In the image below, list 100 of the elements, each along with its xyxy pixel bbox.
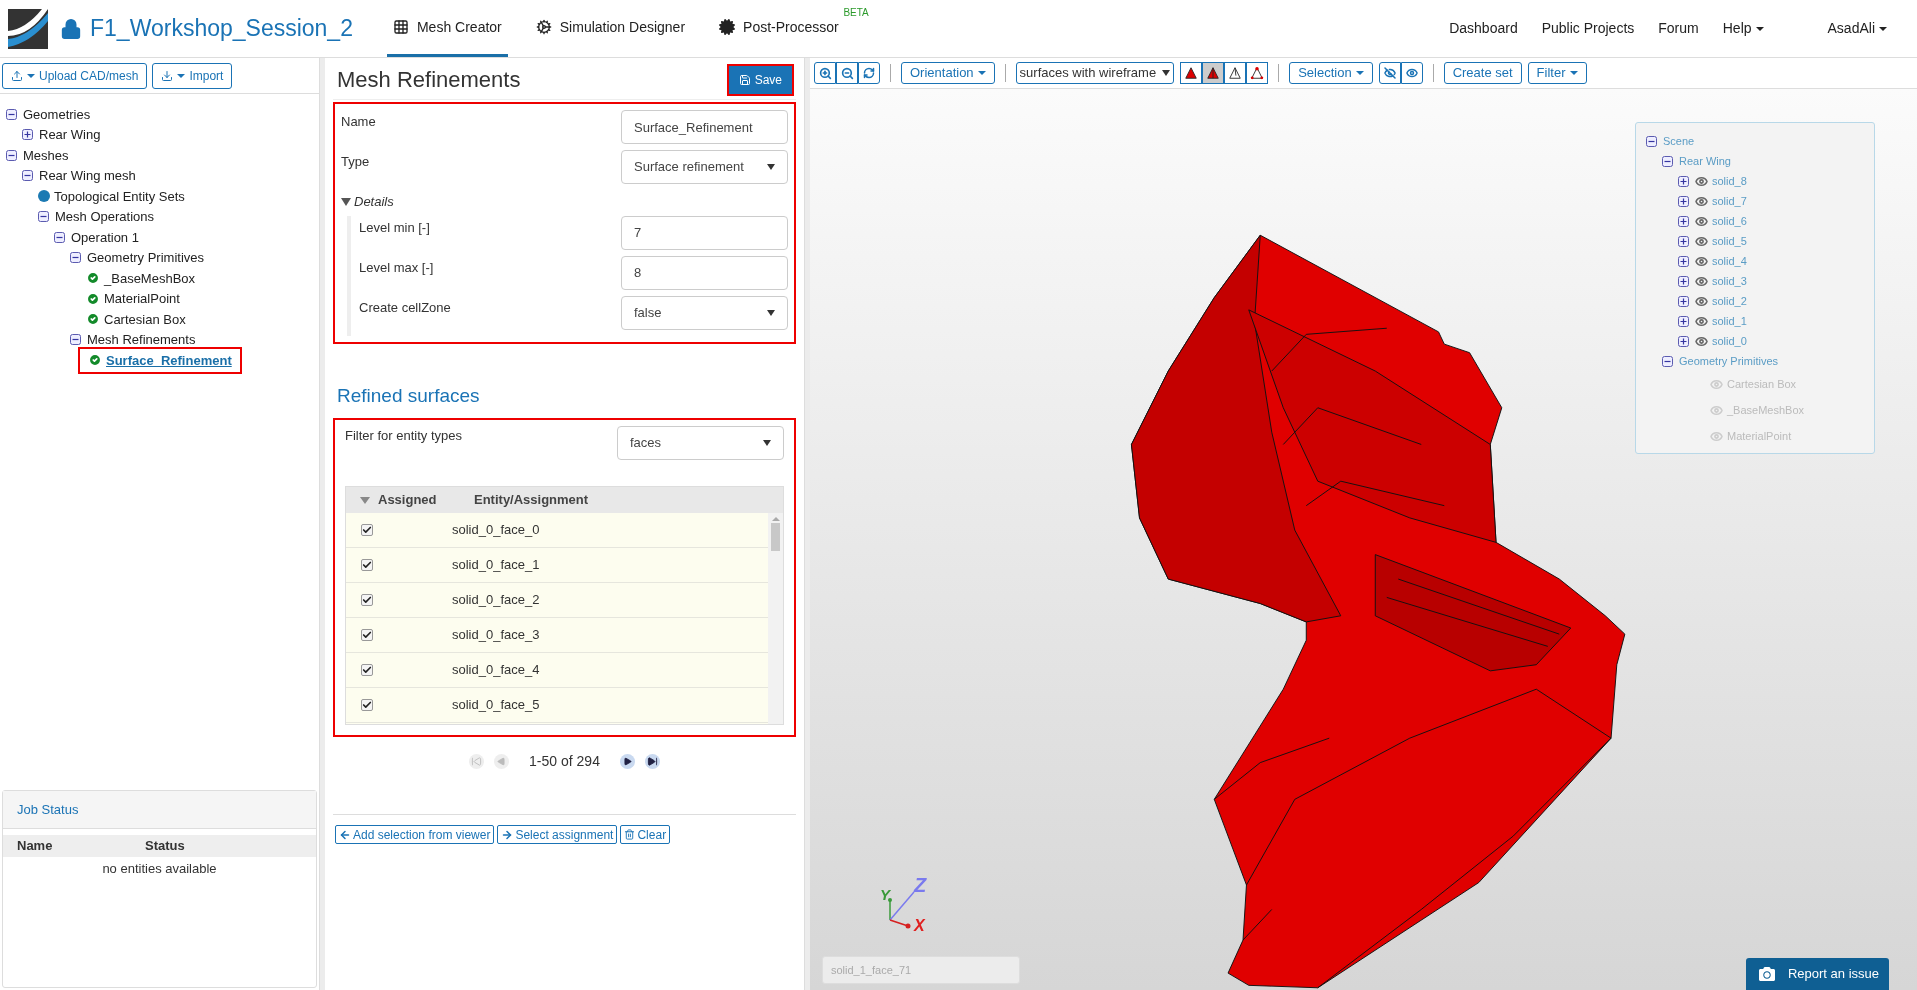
scrollbar[interactable] [768, 513, 783, 724]
action-button[interactable]: Add selection from viewer [335, 825, 495, 844]
action-button[interactable]: Clear [620, 825, 671, 844]
expand-icon[interactable] [1678, 255, 1689, 267]
sort-icon[interactable] [360, 496, 370, 504]
eye-icon[interactable] [1695, 274, 1708, 288]
last-page-icon[interactable] [644, 754, 660, 769]
checkbox[interactable] [361, 629, 373, 641]
render-mode-button[interactable] [1180, 62, 1203, 84]
rear-wing-model-drawing[interactable] [1128, 234, 1626, 989]
filter-dropdown[interactable]: Filter [1527, 62, 1587, 84]
expand-icon[interactable] [1678, 315, 1689, 327]
axis-triad-drawing: Y Z X [879, 873, 928, 934]
zoom-in-button[interactable] [814, 62, 836, 84]
render-mode-button[interactable] [1246, 62, 1269, 84]
eye-icon[interactable] [1695, 214, 1708, 228]
render-mode-button[interactable] [1202, 62, 1225, 84]
tree-item[interactable]: MaterialPoint [104, 289, 180, 309]
menu-link[interactable]: Public Projects [1541, 18, 1635, 39]
text-field[interactable]: Surface_Refinement [621, 110, 788, 144]
lock-icon [60, 16, 82, 41]
render-mode-button[interactable] [1224, 62, 1247, 84]
show-button[interactable] [1400, 62, 1423, 84]
text-field[interactable]: 7 [621, 215, 788, 250]
menu-link[interactable]: Dashboard [1449, 18, 1518, 39]
eye-icon[interactable] [1695, 194, 1708, 208]
nav-tab[interactable]: Mesh Creator [386, 0, 508, 57]
collapse-icon[interactable] [54, 231, 65, 243]
scroll-thumb[interactable] [771, 523, 780, 551]
tree-item[interactable]: Mesh Operations [55, 207, 154, 227]
checkbox[interactable] [361, 594, 373, 606]
checkbox[interactable] [361, 524, 373, 536]
select-field[interactable]: Surface refinement [621, 150, 788, 184]
column-header[interactable]: Assigned [378, 490, 474, 510]
tree-item[interactable]: Mesh Refinements [87, 330, 196, 350]
create-set-button[interactable]: Create set [1443, 62, 1522, 84]
save-icon [738, 73, 751, 86]
tree-item[interactable]: Geometries [23, 104, 91, 124]
menu-link[interactable]: AsadAli [1827, 18, 1887, 39]
nav-tab[interactable]: Post-Processor [713, 0, 845, 57]
next-page-icon[interactable] [619, 754, 635, 769]
tree-item[interactable]: Rear Wing mesh [39, 166, 136, 186]
collapse-icon[interactable] [1646, 135, 1657, 147]
eye-icon[interactable] [1695, 294, 1708, 308]
eye-icon[interactable] [1695, 234, 1708, 248]
refresh-button[interactable] [858, 62, 880, 84]
tree-item[interactable]: Rear Wing [39, 125, 101, 145]
save-button[interactable]: Save [728, 65, 792, 94]
toolbar-button[interactable]: Upload CAD/mesh [2, 62, 148, 89]
eye-icon[interactable] [1695, 314, 1708, 328]
collapse-icon[interactable] [38, 211, 49, 223]
eye-icon[interactable] [1695, 174, 1708, 188]
collapse-icon[interactable] [6, 108, 17, 120]
checkbox[interactable] [361, 699, 373, 711]
tree-item[interactable]: Topological Entity Sets [54, 186, 185, 206]
action-button[interactable]: Select assignment [497, 825, 618, 844]
section-title: Refined surfaces [337, 384, 480, 406]
eye-icon[interactable] [1695, 254, 1708, 268]
tree-item[interactable]: Meshes [23, 145, 69, 165]
orientation-dropdown[interactable]: Orientation [901, 62, 995, 84]
expand-icon[interactable] [1678, 215, 1689, 227]
selection-dropdown[interactable]: Selection [1289, 62, 1373, 84]
tree-item[interactable]: Geometry Primitives [87, 248, 205, 268]
expand-icon[interactable] [22, 129, 33, 141]
collapse-icon[interactable] [70, 252, 81, 264]
report-issue-button[interactable]: Report an issue [1745, 958, 1889, 990]
checkbox[interactable] [361, 559, 373, 571]
hide-button[interactable] [1378, 62, 1401, 84]
collapse-icon[interactable] [22, 170, 33, 182]
collapse-icon[interactable] [1662, 155, 1673, 167]
column-header[interactable]: Entity/Assignment [474, 490, 589, 510]
expand-icon[interactable] [1678, 275, 1689, 287]
collapse-icon[interactable] [70, 334, 81, 346]
expand-icon[interactable] [1678, 175, 1689, 187]
expand-icon[interactable] [1678, 295, 1689, 307]
menu-link[interactable]: Forum [1658, 18, 1699, 39]
selection-field[interactable]: solid_1_face_71 [822, 956, 1020, 984]
zoom-out-button[interactable] [836, 62, 858, 84]
collapse-icon[interactable] [6, 149, 17, 161]
triangle-icon[interactable] [341, 197, 351, 206]
text-field[interactable]: 8 [621, 255, 788, 290]
toolbar-button[interactable]: Import [152, 62, 233, 89]
grid-icon [392, 19, 409, 35]
checkbox[interactable] [361, 664, 373, 676]
display-mode-select[interactable]: surfaces with wireframe [1015, 62, 1175, 84]
nav-tab[interactable]: Simulation Designer [529, 0, 692, 57]
tree-item[interactable]: Operation 1 [71, 227, 139, 247]
select-field[interactable]: faces [617, 426, 784, 460]
select-field[interactable]: false [621, 295, 788, 330]
eye-icon[interactable] [1695, 334, 1708, 348]
tree-item[interactable]: _BaseMeshBox [104, 268, 196, 288]
viewer-canvas[interactable]: Y Z X Scene Rear Wing solid_8 solid_7 solid_6 solid_5 solid_4 solid_3 solid_2 solid_1 solid_0 Geometry Primitives Cartesian Box _BaseMeshBox MaterialPoint solid_1_face_71 Report an issue [810, 88, 1917, 990]
expand-icon[interactable] [1678, 195, 1689, 207]
solid-tetrahedron-icon [1184, 66, 1199, 80]
menu-link[interactable]: Help [1722, 18, 1764, 39]
caret-icon [767, 164, 775, 170]
tree-item[interactable]: Cartesian Box [104, 309, 186, 329]
expand-icon[interactable] [1678, 235, 1689, 247]
collapse-icon[interactable] [1662, 355, 1673, 367]
expand-icon[interactable] [1678, 335, 1689, 347]
